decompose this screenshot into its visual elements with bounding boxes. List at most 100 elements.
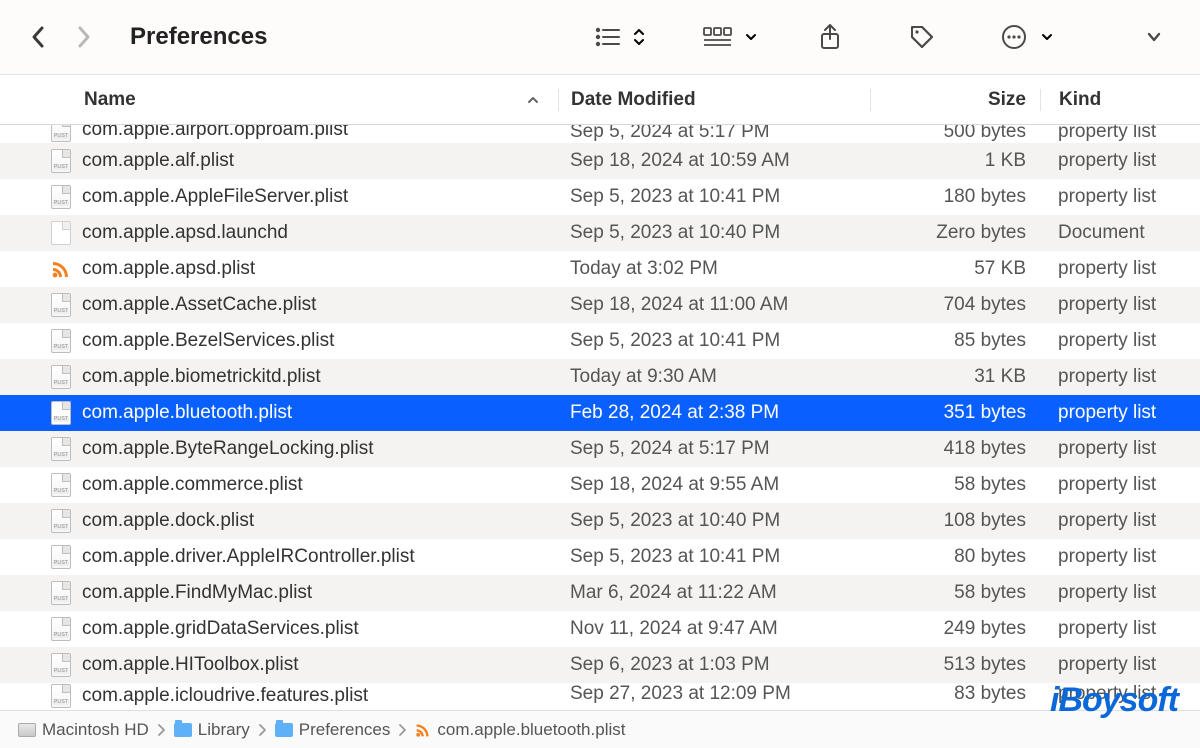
file-name-cell: com.apple.airport.opproam.plist xyxy=(0,125,558,143)
file-name: com.apple.FindMyMac.plist xyxy=(82,582,312,604)
file-row[interactable]: com.apple.gridDataServices.plistNov 11, … xyxy=(0,611,1200,647)
file-name: com.apple.AppleFileServer.plist xyxy=(82,186,348,208)
file-row[interactable]: com.apple.BezelServices.plistSep 5, 2023… xyxy=(0,323,1200,359)
file-size: 500 bytes xyxy=(870,125,1040,143)
chevron-left-icon xyxy=(29,24,47,50)
file-date: Nov 11, 2024 at 9:47 AM xyxy=(558,618,870,640)
file-date: Today at 3:02 PM xyxy=(558,258,870,280)
path-item[interactable]: Preferences xyxy=(275,720,391,740)
file-kind: property list xyxy=(1040,186,1200,208)
file-row[interactable]: com.apple.alf.plistSep 18, 2024 at 10:59… xyxy=(0,143,1200,179)
list-view-icon xyxy=(586,15,630,59)
file-name: com.apple.HIToolbox.plist xyxy=(82,654,299,676)
file-kind: property list xyxy=(1040,366,1200,388)
file-size: 85 bytes xyxy=(870,330,1040,352)
file-row[interactable]: com.apple.airport.opproam.plistSep 5, 20… xyxy=(0,125,1200,143)
file-date: Mar 6, 2024 at 11:22 AM xyxy=(558,582,870,604)
path-bar: Macintosh HD Library Preferences com.apple.… xyxy=(0,710,1200,748)
file-list[interactable]: com.apple.airport.opproam.plist Sep 5, 20… xyxy=(0,125,1200,710)
header-date[interactable]: Date Modified xyxy=(558,89,870,111)
file-size: 31 KB xyxy=(870,366,1040,388)
file-size: 83 bytes xyxy=(870,683,1040,705)
window-title: Preferences xyxy=(130,23,267,51)
file-row[interactable]: com.apple.driver.AppleIRController.plist… xyxy=(0,539,1200,575)
view-mode-control[interactable] xyxy=(586,15,646,59)
file-name-cell: com.apple.BezelServices.plist xyxy=(0,328,558,354)
file-date: Today at 9:30 AM xyxy=(558,366,870,388)
forward-button[interactable] xyxy=(70,19,98,55)
share-button[interactable] xyxy=(808,15,852,59)
path-item[interactable]: com.apple.bluetooth.plist xyxy=(415,720,625,740)
sort-ascending-icon xyxy=(526,94,540,106)
file-row[interactable]: com.apple.FindMyMac.plist Mar 6, 2024 at … xyxy=(0,575,1200,611)
file-kind: property list xyxy=(1040,683,1200,705)
rss-icon xyxy=(415,722,431,738)
file-kind: property list xyxy=(1040,402,1200,424)
file-row[interactable]: com.apple.AssetCache.plistSep 18, 2024 a… xyxy=(0,287,1200,323)
header-name[interactable]: Name xyxy=(0,89,558,111)
tag-icon xyxy=(909,24,935,50)
column-headers: Name Date Modified Size Kind xyxy=(0,75,1200,125)
plist-file-icon xyxy=(50,125,72,143)
file-size: 58 bytes xyxy=(870,582,1040,604)
file-row[interactable]: com.apple.bluetooth.plistFeb 28, 2024 at… xyxy=(0,395,1200,431)
file-kind: property list xyxy=(1040,510,1200,532)
path-separator xyxy=(157,723,166,737)
file-row[interactable]: com.apple.AppleFileServer.plistSep 5, 20… xyxy=(0,179,1200,215)
plist-file-icon xyxy=(50,328,72,354)
header-size[interactable]: Size xyxy=(870,89,1040,111)
plist-file-icon xyxy=(50,652,72,678)
more-actions-button[interactable] xyxy=(992,15,1054,59)
file-name: com.apple.dock.plist xyxy=(82,510,254,532)
file-name: com.apple.alf.plist xyxy=(82,150,234,172)
file-date: Sep 5, 2023 at 10:40 PM xyxy=(558,510,870,532)
path-separator xyxy=(258,723,267,737)
file-name-cell: com.apple.ByteRangeLocking.plist xyxy=(0,436,558,462)
path-item[interactable]: Macintosh HD xyxy=(18,720,149,740)
file-name-cell: com.apple.AssetCache.plist xyxy=(0,292,558,318)
plist-file-icon xyxy=(50,580,72,606)
file-row[interactable]: com.apple.apsd.plistToday at 3:02 PM57 K… xyxy=(0,251,1200,287)
file-kind: property list xyxy=(1040,125,1200,143)
search-toggle-button[interactable] xyxy=(1132,15,1176,59)
header-name-label: Name xyxy=(84,89,136,111)
file-kind: property list xyxy=(1040,438,1200,460)
file-date: Feb 28, 2024 at 2:38 PM xyxy=(558,402,870,424)
back-button[interactable] xyxy=(24,19,52,55)
path-label: com.apple.bluetooth.plist xyxy=(437,720,625,740)
hard-drive-icon xyxy=(18,723,36,737)
file-name-cell: com.apple.gridDataServices.plist xyxy=(0,616,558,642)
group-by-control[interactable] xyxy=(696,15,758,59)
file-kind: property list xyxy=(1040,150,1200,172)
file-row[interactable]: com.apple.icloudrive.features.plistSep 2… xyxy=(0,683,1200,710)
path-separator xyxy=(398,723,407,737)
file-name: com.apple.icloudrive.features.plist xyxy=(82,685,368,707)
path-item[interactable]: Library xyxy=(174,720,250,740)
plist-file-icon xyxy=(50,148,72,174)
plist-file-icon xyxy=(50,184,72,210)
file-kind: property list xyxy=(1040,330,1200,352)
file-name: com.apple.biometrickitd.plist xyxy=(82,366,321,388)
header-kind[interactable]: Kind xyxy=(1040,89,1200,111)
folder-icon xyxy=(174,723,192,737)
file-row[interactable]: com.apple.ByteRangeLocking.plistSep 5, 2… xyxy=(0,431,1200,467)
toolbar: Preferences xyxy=(0,0,1200,75)
file-row[interactable]: com.apple.biometrickitd.plist Today at 9:… xyxy=(0,359,1200,395)
file-row[interactable]: com.apple.dock.plist Sep 5, 2023 at 10:40… xyxy=(0,503,1200,539)
tags-button[interactable] xyxy=(900,15,944,59)
document-icon xyxy=(50,220,72,246)
file-row[interactable]: com.apple.HIToolbox.plist Sep 6, 2023 at … xyxy=(0,647,1200,683)
file-name: com.apple.driver.AppleIRController.plist xyxy=(82,546,415,568)
chevron-down-icon xyxy=(1040,31,1054,43)
plist-file-icon xyxy=(50,508,72,534)
plist-file-icon xyxy=(50,364,72,390)
file-name: com.apple.BezelServices.plist xyxy=(82,330,334,352)
file-row[interactable]: com.apple.commerce.plistSep 18, 2024 at … xyxy=(0,467,1200,503)
file-name-cell: com.apple.bluetooth.plist xyxy=(0,400,558,426)
file-kind: property list xyxy=(1040,546,1200,568)
file-size: 180 bytes xyxy=(870,186,1040,208)
file-date: Sep 6, 2023 at 1:03 PM xyxy=(558,654,870,676)
file-name: com.apple.commerce.plist xyxy=(82,474,303,496)
file-row[interactable]: com.apple.apsd.launchdSep 5, 2023 at 10:… xyxy=(0,215,1200,251)
file-size: 108 bytes xyxy=(870,510,1040,532)
